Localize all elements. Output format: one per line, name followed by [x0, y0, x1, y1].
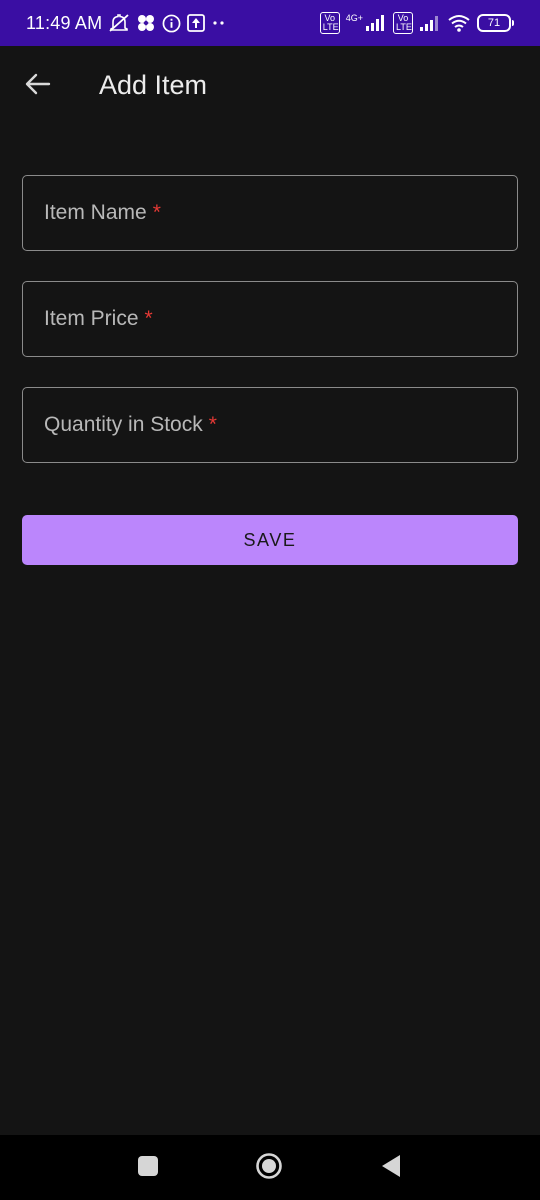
fan-icon: [136, 13, 156, 33]
more-notifications-icon: [211, 19, 227, 27]
required-mark: *: [208, 413, 217, 436]
status-time: 11:49 AM: [26, 12, 103, 33]
item-name-label: Item Name: [44, 201, 147, 224]
home-button[interactable]: [249, 1148, 289, 1188]
system-nav-bar: [0, 1135, 540, 1200]
app-bar: Add Item: [0, 46, 540, 128]
info-icon: [162, 14, 181, 33]
back-button[interactable]: [18, 66, 58, 106]
page-title: Add Item: [99, 70, 208, 100]
battery-level: 71: [477, 14, 511, 32]
mute-notifications-icon: [108, 13, 130, 33]
item-name-field[interactable]: Item Name *: [22, 175, 518, 251]
arrow-back-icon: [25, 73, 51, 100]
status-left-icons: [108, 13, 227, 33]
recent-apps-icon: [137, 1155, 159, 1182]
upload-icon: [187, 14, 206, 32]
status-right-icons: Vo LTE 4G+ Vo LTE 71: [319, 12, 514, 34]
status-bar: 11:49 AM Vo LTE 4G+ Vo LTE 71: [0, 0, 540, 46]
home-icon: [255, 1152, 283, 1185]
signal-icon-2: [419, 15, 441, 31]
save-button[interactable]: SAVE: [22, 515, 518, 565]
battery-tip: [512, 20, 514, 26]
recent-apps-button[interactable]: [128, 1148, 168, 1188]
signal-icon: [365, 15, 387, 31]
network-type: 4G+: [345, 12, 363, 23]
volte-badge-2: Vo LTE: [393, 12, 413, 34]
required-mark: *: [152, 201, 161, 224]
battery-icon: 71: [477, 14, 514, 32]
required-mark: *: [144, 307, 153, 330]
quantity-in-stock-field[interactable]: Quantity in Stock *: [22, 387, 518, 463]
volte-badge: Vo LTE: [319, 12, 340, 34]
back-icon: [380, 1154, 402, 1183]
wifi-icon: [447, 14, 471, 32]
nav-back-button[interactable]: [371, 1148, 411, 1188]
item-price-label: Item Price: [44, 307, 139, 330]
item-price-field[interactable]: Item Price *: [22, 281, 518, 357]
quantity-in-stock-label: Quantity in Stock: [44, 413, 203, 436]
